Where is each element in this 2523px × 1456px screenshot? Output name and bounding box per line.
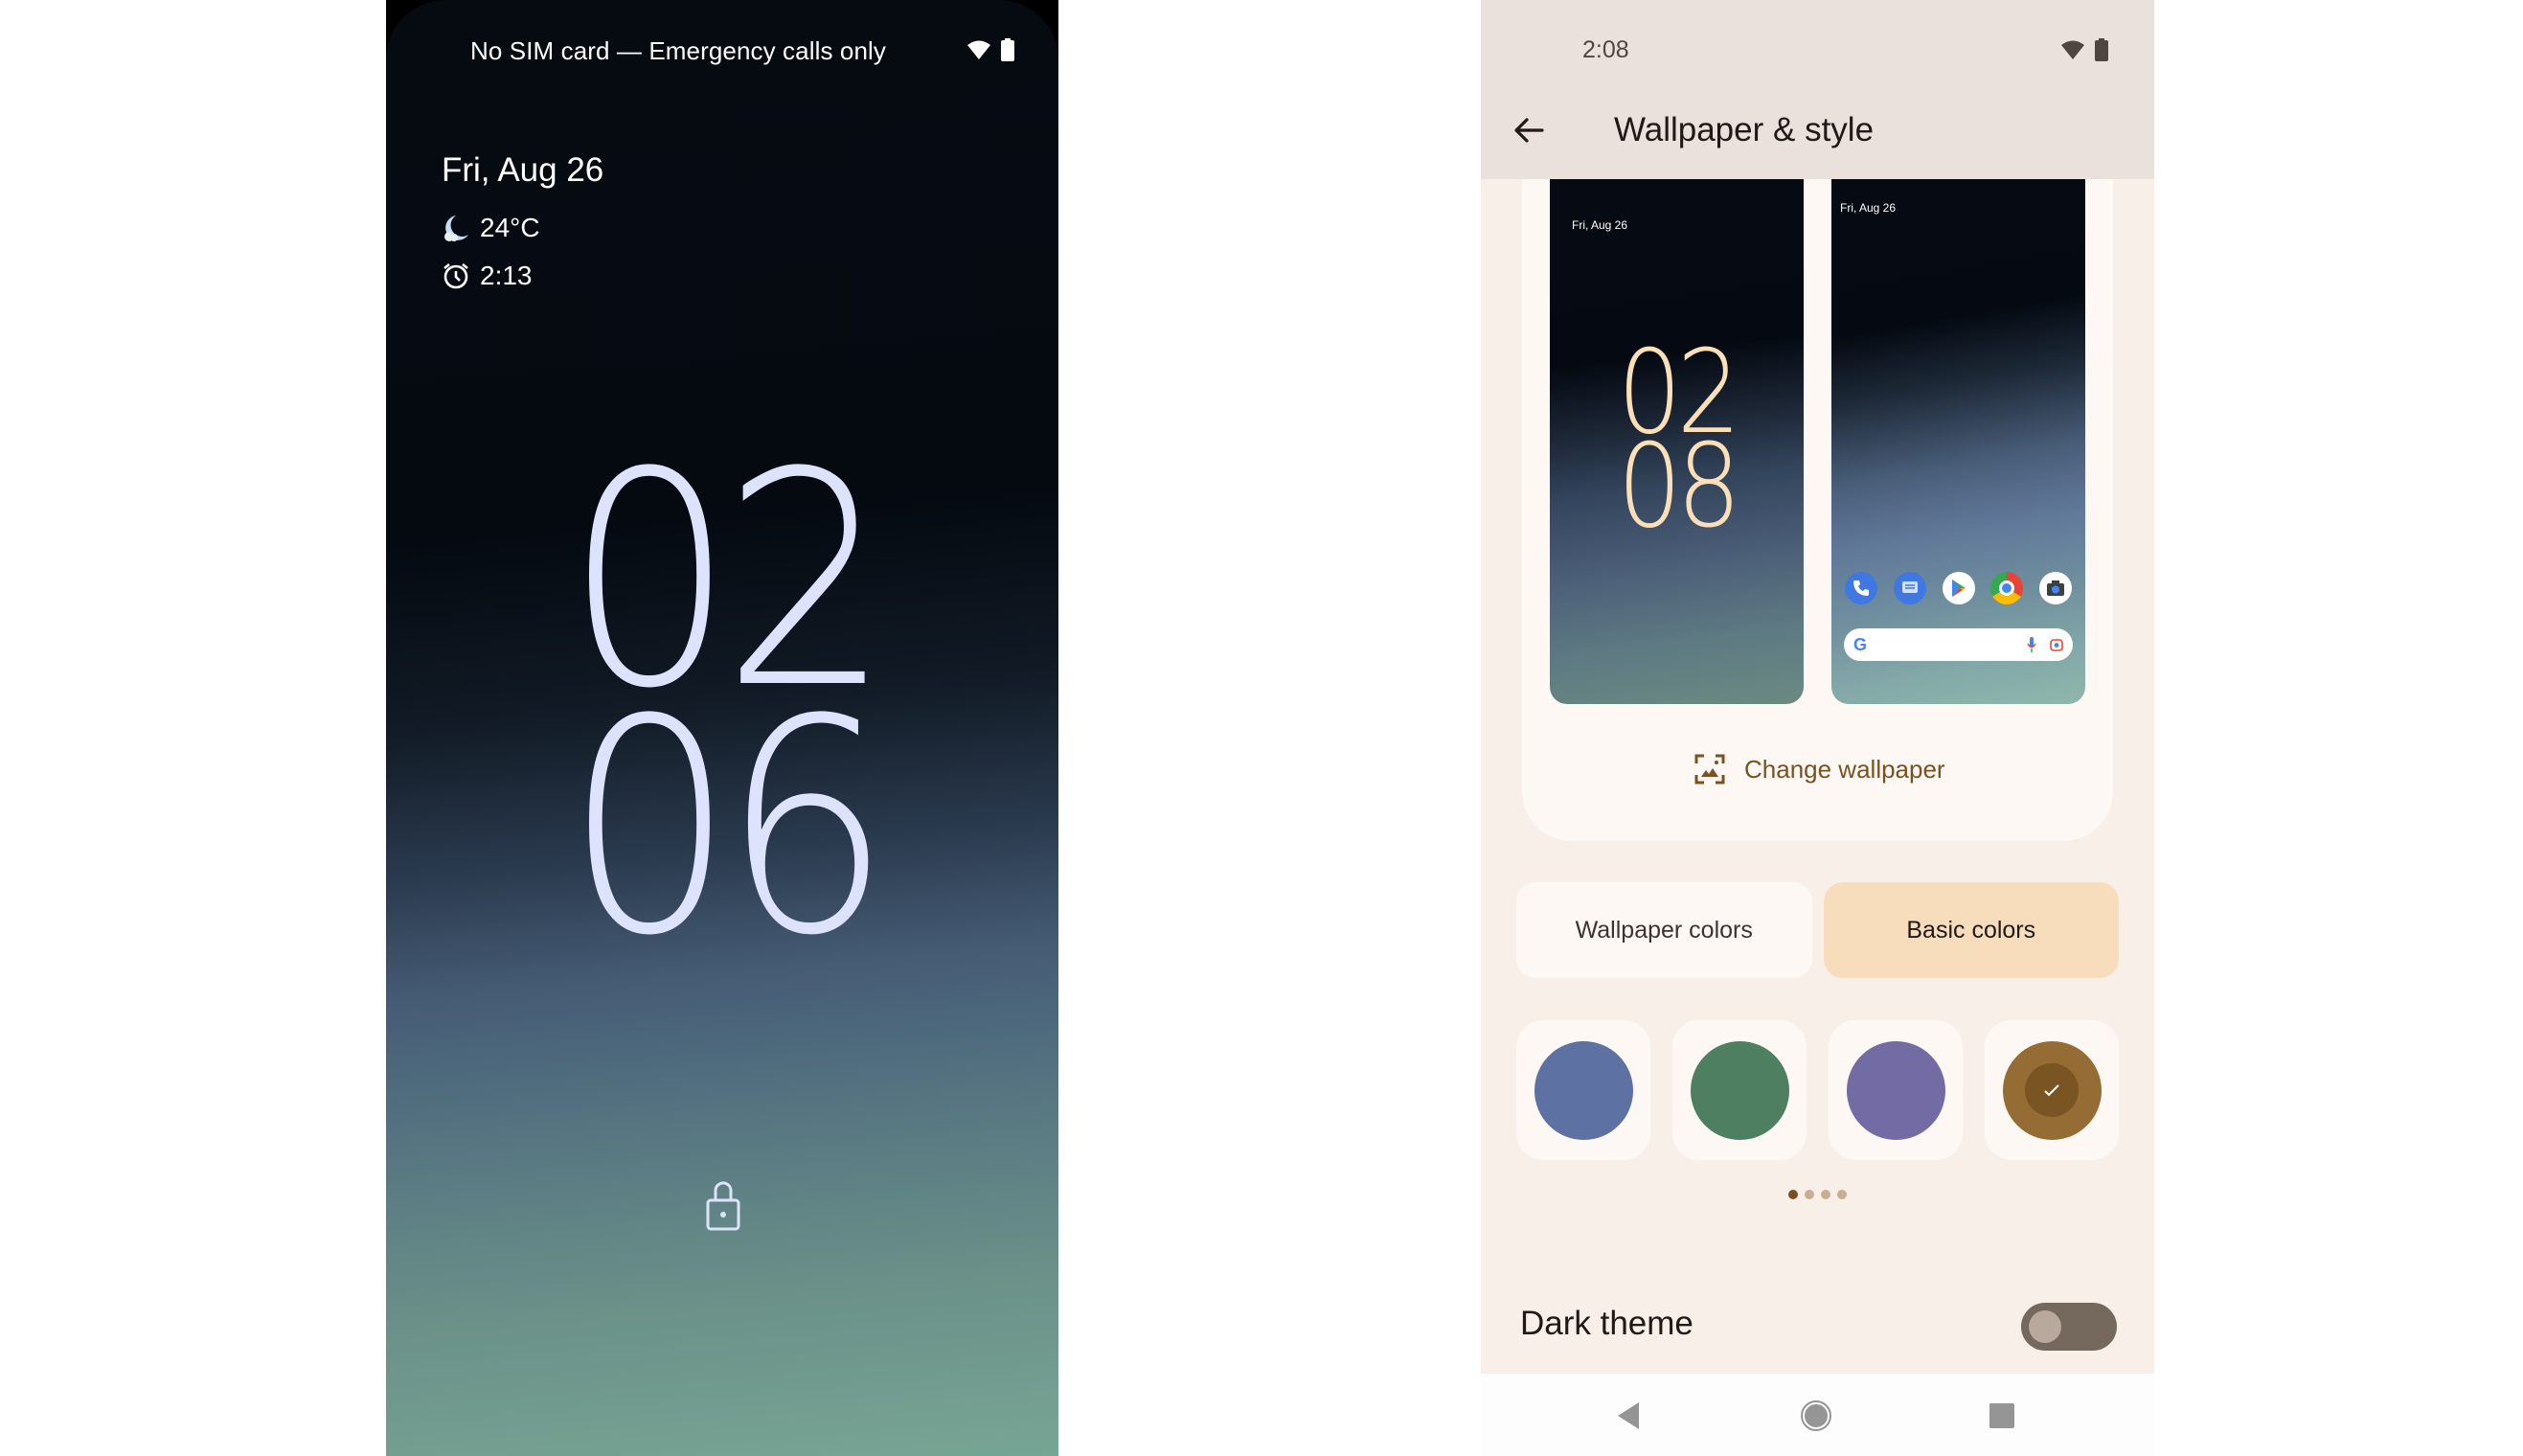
status-time: 2:08 <box>1582 36 1629 63</box>
wallpaper-style-phone: 2:08 Wallpaper & style Fri, Aug 26 02 08… <box>1481 0 2154 1456</box>
clock-minutes: 06 <box>565 656 891 1000</box>
battery-icon <box>2095 38 2108 61</box>
google-search-bar[interactable]: G <box>1844 628 2073 661</box>
battery-icon <box>1001 38 1014 61</box>
google-logo-icon: G <box>1853 634 1868 654</box>
page-title: Wallpaper & style <box>1614 111 1875 148</box>
alarm-clock-icon <box>443 262 468 289</box>
carrier-status-text: No SIM card — Emergency calls only <box>470 36 886 65</box>
tab-wallpaper-colors[interactable]: Wallpaper colors <box>1516 882 1812 978</box>
alarm-time-text: 2:13 <box>480 261 533 290</box>
page-dot[interactable] <box>1821 1190 1830 1199</box>
color-circle <box>1534 1040 1633 1140</box>
mic-icon[interactable] <box>2027 637 2036 652</box>
page-dot[interactable] <box>1837 1190 1847 1199</box>
circle-home-icon <box>1801 1400 1831 1431</box>
lock-screen: No SIM card — Emergency calls only Fri, … <box>386 0 1058 1456</box>
preview-date: Fri, Aug 26 <box>1840 201 1897 215</box>
checkmark-icon <box>2044 1084 2059 1097</box>
alarm-row: 2:13 <box>442 261 533 291</box>
nav-back-button[interactable] <box>1609 1397 1648 1435</box>
square-recents-icon <box>1989 1403 2014 1428</box>
phone-app-icon[interactable] <box>1845 572 1877 604</box>
color-circle <box>1690 1040 1789 1140</box>
triangle-back-icon <box>1618 1402 1639 1429</box>
wifi-icon <box>967 40 990 59</box>
preview-clock-minutes: 08 <box>1617 421 1741 554</box>
back-button[interactable] <box>1510 111 1548 149</box>
color-source-tabs: Wallpaper colors Basic colors <box>1516 882 2119 978</box>
change-wallpaper-label: Change wallpaper <box>1744 754 1945 784</box>
swatch-green[interactable] <box>1672 1020 1807 1160</box>
lock-screen-preview[interactable]: Fri, Aug 26 02 08 <box>1550 179 1804 704</box>
dark-theme-label: Dark theme <box>1520 1305 1693 1342</box>
dark-theme-setting: Dark theme <box>1481 1293 2154 1360</box>
lock-icon[interactable] <box>705 1178 741 1232</box>
lock-clock: 02 06 <box>386 434 1058 1000</box>
preview-clock: 02 08 <box>1550 336 1804 554</box>
tab-basic-colors[interactable]: Basic colors <box>1823 882 2119 978</box>
nav-home-button[interactable] <box>1797 1397 1835 1435</box>
swatch-purple[interactable] <box>1829 1020 1963 1160</box>
messages-app-icon[interactable] <box>1893 572 1926 604</box>
swatch-brown[interactable] <box>1985 1020 2119 1160</box>
page-dot[interactable] <box>1805 1190 1814 1199</box>
weather-row: 24°C <box>442 213 540 243</box>
preview-date: Fri, Aug 26 <box>1572 218 1628 232</box>
status-icons <box>2060 38 2108 61</box>
lock-date: Fri, Aug 26 <box>442 151 604 189</box>
moon-cloud-icon <box>444 216 468 241</box>
home-screen-preview[interactable]: Fri, Aug 26 G <box>1831 179 2085 704</box>
lens-icon[interactable] <box>2050 638 2063 651</box>
app-header: 2:08 Wallpaper & style <box>1481 0 2154 179</box>
selected-indicator <box>2025 1063 2079 1117</box>
toggle-knob <box>2029 1310 2061 1343</box>
wallpaper-preview-card: Fri, Aug 26 02 08 Fri, Aug 26 G Change w… <box>1522 179 2113 841</box>
page-dot-active[interactable] <box>1788 1190 1798 1199</box>
play-store-app-icon[interactable] <box>1942 572 1975 604</box>
dark-theme-toggle[interactable] <box>2021 1303 2117 1351</box>
wallpaper-picker-icon <box>1694 754 1725 785</box>
change-wallpaper-button[interactable]: Change wallpaper <box>1694 754 1945 785</box>
color-circle <box>2002 1040 2102 1140</box>
navigation-bar <box>1481 1374 2154 1456</box>
swatch-blue[interactable] <box>1516 1020 1650 1160</box>
chrome-app-icon[interactable] <box>1990 572 2024 604</box>
status-bar: No SIM card — Emergency calls only <box>386 34 1058 69</box>
nav-recents-button[interactable] <box>1983 1397 2021 1435</box>
color-swatches <box>1516 1020 2119 1160</box>
temperature-text: 24°C <box>480 213 540 242</box>
color-circle <box>1846 1040 1945 1140</box>
wifi-icon <box>2061 40 2084 59</box>
swatch-pagination <box>1481 1190 2154 1199</box>
lock-screen-phone: No SIM card — Emergency calls only Fri, … <box>386 0 1058 1456</box>
camera-app-icon[interactable] <box>2039 572 2072 604</box>
status-icons <box>966 38 1014 61</box>
app-dock <box>1841 572 2076 604</box>
